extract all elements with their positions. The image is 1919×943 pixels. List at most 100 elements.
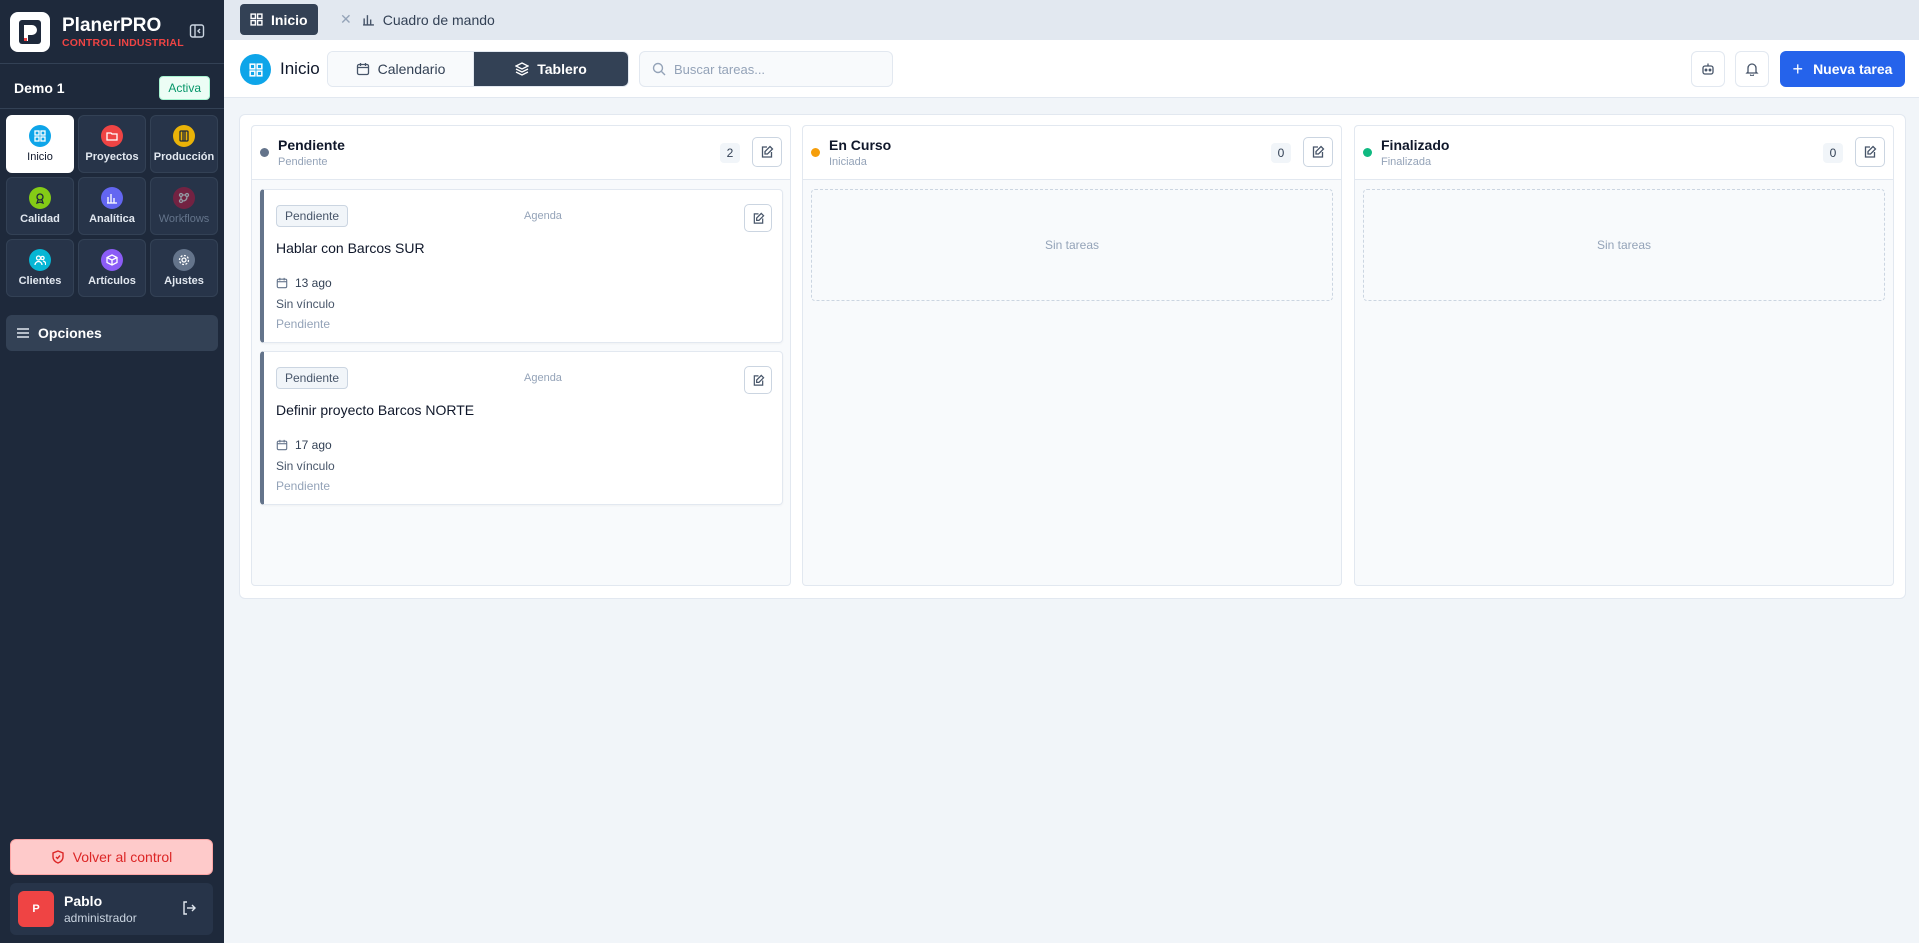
plus-icon: + [1792,58,1804,79]
task-status: Pendiente [276,317,331,331]
divider [0,108,224,109]
column-header: Finalizado Finalizada 0 [1355,126,1893,180]
workflow-icon [173,187,195,209]
column-subtitle: Pendiente [278,156,328,168]
badge-check-icon [29,187,51,209]
bar-chart-icon [101,187,123,209]
close-icon[interactable]: ✕ [340,11,352,28]
module-inicio[interactable]: Inicio [6,115,74,173]
bell-icon [1745,63,1759,76]
module-label: Producción [153,151,215,163]
module-proyectos[interactable]: Proyectos [78,115,146,173]
column-header: En Curso Iniciada 0 [803,126,1341,180]
brand[interactable]: PlanerPRO CONTROL INDUSTRIAL [10,12,214,52]
module-label: Workflows [158,213,210,225]
shield-icon [51,850,64,864]
edit-icon [753,374,764,386]
module-ajustes[interactable]: Ajustes [150,239,218,297]
new-task-button[interactable]: + Nueva tarea [1780,51,1905,87]
workspace[interactable]: Demo 1 Activa [14,76,210,100]
task-status: Pendiente [276,479,331,493]
bot-icon [1702,63,1714,75]
module-label: Ajustes [164,275,204,287]
column-edit-button[interactable] [1855,137,1885,167]
column-header: Pendiente Pendiente 2 [252,126,790,180]
brand-subtitle: CONTROL INDUSTRIAL [62,36,184,49]
user-card: P Pablo administrador [10,883,213,935]
column-pendiente: Pendiente Pendiente 2 Pendiente Agenda H… [251,125,791,586]
assistant-bot-button[interactable] [1691,51,1725,87]
column-count: 0 [1271,143,1291,163]
edit-icon [761,145,774,158]
task-edit-button[interactable] [744,366,772,394]
workspace-name: Demo 1 [14,80,65,96]
task-card[interactable]: Pendiente Agenda Hablar con Barcos SUR 1… [260,189,783,343]
search-input[interactable] [674,61,874,77]
tab-inicio[interactable]: Inicio [240,4,318,35]
collapse-sidebar-icon[interactable] [188,22,206,40]
module-label: Calidad [20,213,60,225]
module-label: Analítica [89,213,135,225]
gear-icon [173,249,195,271]
task-edit-button[interactable] [744,204,772,232]
edit-icon [753,212,764,224]
status-dot [811,148,820,157]
module-analitica[interactable]: Analítica [78,177,146,235]
brand-name: PlanerPRO [62,14,162,36]
status-dot [260,148,269,157]
calendar-view-button[interactable]: Calendario [328,52,474,86]
status-badge: Pendiente [276,367,349,389]
view-toggle: Calendario Tablero [327,51,629,87]
avatar: P [18,891,54,927]
column-finalizado: Finalizado Finalizada 0 Sin tareas [1354,125,1894,586]
task-card[interactable]: Pendiente Agenda Definir proyecto Barcos… [260,351,783,505]
module-grid: Inicio Proyectos Producción Calidad Anal… [6,115,218,297]
user-role: administrador [64,911,137,925]
task-title: Hablar con Barcos SUR [276,240,425,256]
logout-icon[interactable] [181,900,197,921]
tab-label: Cuadro de mando [382,11,495,28]
back-to-control-button[interactable]: Volver al control [10,839,213,875]
page-title: Inicio [280,59,320,78]
task-date: 17 ago [276,438,332,452]
module-clientes[interactable]: Clientes [6,239,74,297]
task-link: Sin vínculo [276,297,335,311]
column-en-curso: En Curso Iniciada 0 Sin tareas [802,125,1342,586]
menu-icon [17,328,29,338]
status-badge: Pendiente [276,205,349,227]
brand-logo [10,12,50,52]
column-title: En Curso [829,137,892,153]
empty-column-placeholder: Sin tareas [811,189,1333,301]
task-link: Sin vínculo [276,459,335,473]
box-icon [101,249,123,271]
module-produccion[interactable]: Producción [150,115,218,173]
module-articulos[interactable]: Artículos [78,239,146,297]
tab-bar: Inicio ✕ Cuadro de mando [224,0,1919,40]
task-date-value: 13 ago [295,276,332,290]
search-icon [652,62,666,76]
module-label: Clientes [18,275,62,287]
divider [0,63,224,64]
options-label: Opciones [38,325,102,341]
options-menu-button[interactable]: Opciones [6,315,218,351]
notifications-button[interactable] [1735,51,1769,87]
new-task-label: Nueva tarea [1813,61,1893,77]
tab-cuadro-de-mando[interactable]: ✕ Cuadro de mando [330,4,505,35]
module-calidad[interactable]: Calidad [6,177,74,235]
column-edit-button[interactable] [752,137,782,167]
factory-icon [173,125,195,147]
board-view-button[interactable]: Tablero [474,52,628,86]
back-to-control-label: Volver al control [72,849,173,865]
calendar-icon [276,277,288,289]
user-name: Pablo [64,893,103,909]
column-count: 0 [1823,143,1843,163]
module-label: Artículos [88,275,136,287]
column-subtitle: Finalizada [1381,156,1432,168]
calendar-icon [276,439,288,451]
task-date: 13 ago [276,276,332,290]
grid-icon [240,54,271,85]
column-edit-button[interactable] [1303,137,1333,167]
column-title: Finalizado [1381,137,1450,153]
module-workflows[interactable]: Workflows [150,177,218,235]
task-type: Agenda [524,210,562,222]
